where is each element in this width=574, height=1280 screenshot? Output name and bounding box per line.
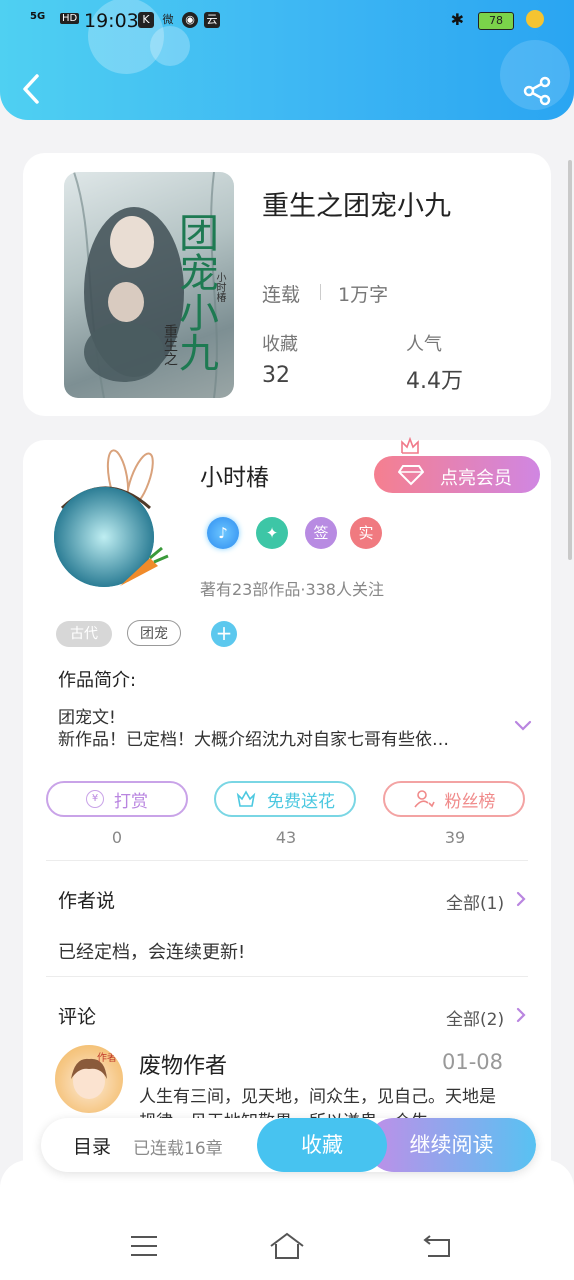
- status-bar: 5G HD 19:03 K 微 ◉ 云 ✱ 78: [30, 10, 544, 34]
- handshake-badge-icon[interactable]: ✦: [256, 517, 288, 549]
- flower-icon: [236, 790, 256, 807]
- book-cover[interactable]: 团宠小九 重生之 小时椿: [64, 172, 234, 398]
- chevron-down-icon[interactable]: [514, 720, 532, 732]
- comments-heading: 评论: [58, 1006, 97, 1028]
- popularity-value: 4.4万: [406, 369, 463, 394]
- app-k-icon: K: [138, 12, 154, 28]
- chapter-count: 已连载16章: [133, 1139, 223, 1159]
- reward-label: 打赏: [114, 791, 148, 812]
- verified-badge[interactable]: 实: [350, 517, 382, 549]
- divider: [46, 976, 528, 977]
- notification-icons: K 微 ◉ 云: [138, 12, 220, 28]
- add-tag-button[interactable]: +: [211, 621, 237, 647]
- toc-button[interactable]: 目录: [73, 1132, 111, 1159]
- clock: 19:03: [84, 10, 139, 32]
- serial-status: 连载: [262, 284, 301, 306]
- favorite-button[interactable]: 收藏: [257, 1118, 387, 1172]
- weibo-icon: 微: [162, 13, 174, 26]
- charging-icon: [526, 10, 544, 28]
- commenter-avatar[interactable]: 作者: [52, 1042, 126, 1116]
- word-count: 1万字: [338, 284, 389, 306]
- free-flower-button[interactable]: 免费送花: [214, 781, 356, 817]
- avatar-frame: [54, 449, 169, 587]
- intro-heading: 作品简介:: [58, 670, 137, 691]
- intro-line-2: 新作品！已定档！大概介绍沈九对自家七哥有些依…: [58, 730, 449, 750]
- share-icon[interactable]: [522, 76, 552, 106]
- network-indicator: 5G: [30, 11, 46, 22]
- hd-indicator: HD: [60, 13, 80, 24]
- meta-divider: [320, 284, 321, 300]
- author-says-text: 已经定档，会连续更新!: [58, 942, 246, 963]
- system-nav-bar: [0, 1160, 574, 1280]
- tag-ancient[interactable]: 古代: [56, 621, 112, 647]
- intro-line-1: 团宠文!: [58, 708, 116, 728]
- favorites-value: 32: [262, 363, 290, 388]
- signed-badge[interactable]: 签: [305, 517, 337, 549]
- reward-count: 0: [111, 828, 123, 847]
- author-stats: 著有23部作品·338人关注: [200, 580, 384, 599]
- vip-label: 点亮会员: [440, 468, 512, 489]
- divider: [46, 860, 528, 861]
- author-says-all-link[interactable]: 全部(1): [446, 889, 504, 914]
- author-name[interactable]: 小时椿: [200, 458, 269, 492]
- author-tag: 作者: [97, 1053, 117, 1064]
- bottom-action-bar: 目录 已连载16章 继续阅读 收藏: [41, 1118, 536, 1172]
- cover-subtitle: 重生之: [162, 324, 178, 366]
- intro-text[interactable]: 团宠文! 新作品！已定档！大概介绍沈九对自家七哥有些依…: [58, 707, 498, 751]
- diamond-icon: [398, 465, 424, 486]
- fan-icon: [413, 790, 435, 808]
- scrollbar[interactable]: [568, 160, 572, 560]
- cover-author: 小时椿: [214, 272, 225, 302]
- yen-icon: ¥: [86, 790, 104, 808]
- author-says-heading: 作者说: [58, 890, 116, 912]
- chevron-right-icon[interactable]: [516, 891, 526, 907]
- cloud-icon: 云: [204, 12, 220, 28]
- tag-pampered[interactable]: 团宠: [127, 620, 181, 646]
- music-badge-icon[interactable]: ♪: [207, 517, 239, 549]
- crown-icon: [401, 437, 419, 454]
- free-flower-label: 免费送花: [267, 791, 335, 812]
- back-icon[interactable]: [422, 1234, 452, 1258]
- bluetooth-icon: ✱: [450, 10, 464, 29]
- fan-rank-button[interactable]: 粉丝榜: [383, 781, 525, 817]
- flower-count: 43: [275, 828, 297, 847]
- home-icon[interactable]: [269, 1232, 305, 1260]
- popularity-label: 人气: [406, 334, 442, 355]
- favorites-label: 收藏: [262, 334, 298, 355]
- menu-icon[interactable]: [130, 1234, 158, 1258]
- continue-reading-button[interactable]: 继续阅读: [367, 1118, 536, 1172]
- reward-button[interactable]: ¥ 打赏: [46, 781, 188, 817]
- comment-date: 01-08: [442, 1050, 504, 1074]
- back-arrow-icon[interactable]: [20, 72, 44, 106]
- book-title: 重生之团宠小九: [262, 191, 451, 222]
- chevron-right-icon[interactable]: [516, 1007, 526, 1023]
- app-circle-icon: ◉: [182, 12, 198, 28]
- fan-rank-label: 粉丝榜: [444, 791, 496, 812]
- battery-indicator: 78: [478, 12, 514, 30]
- commenter-name[interactable]: 废物作者: [139, 1048, 227, 1080]
- top-header: 5G HD 19:03 K 微 ◉ 云 ✱ 78: [0, 0, 574, 120]
- comments-all-link[interactable]: 全部(2): [446, 1005, 504, 1030]
- fan-count: 39: [444, 828, 466, 847]
- vip-button[interactable]: 点亮会员: [374, 456, 540, 493]
- author-avatar[interactable]: [50, 448, 170, 593]
